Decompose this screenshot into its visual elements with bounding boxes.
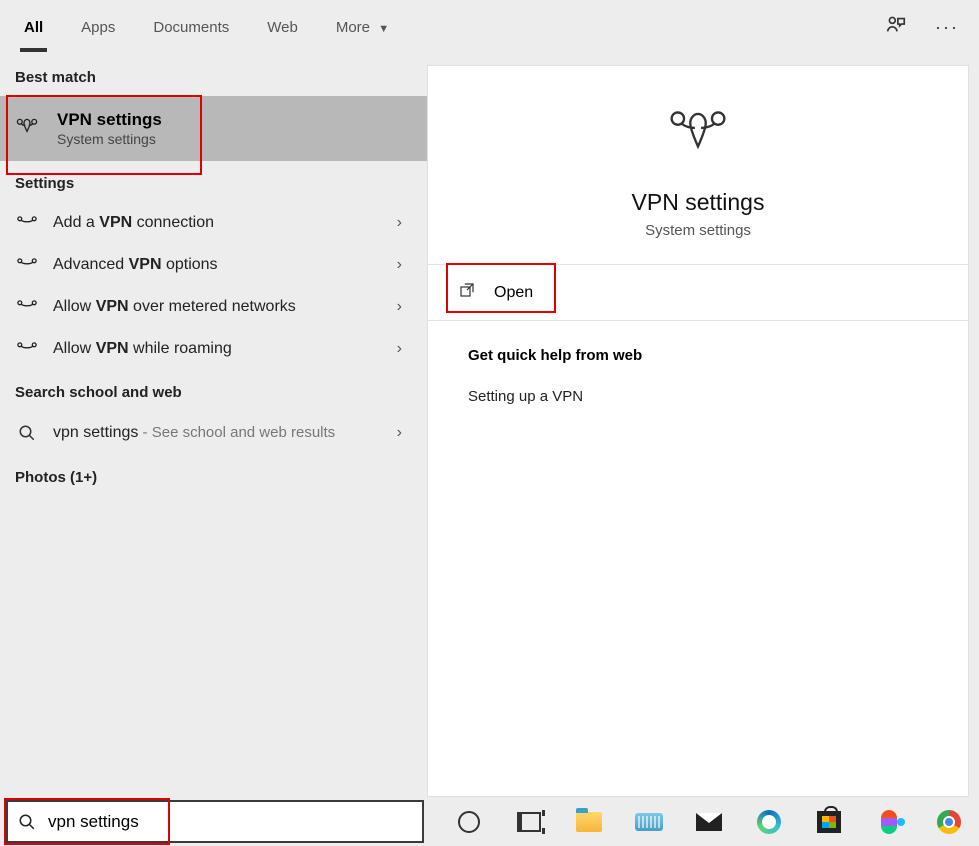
settings-item-vpn-roaming[interactable]: Allow VPN while roaming › [0,328,427,370]
chevron-right-icon: › [397,298,412,316]
more-options-icon[interactable]: ··· [935,17,959,38]
chevron-right-icon: › [397,340,412,358]
search-input[interactable] [48,812,412,832]
web-result-label: vpn settings - See school and web result… [53,422,397,444]
open-button[interactable]: Open [428,265,968,320]
task-view-icon[interactable] [514,807,544,837]
section-settings: Settings [0,161,427,202]
taskbar-search[interactable] [6,800,424,843]
settings-item-label: Allow VPN while roaming [53,340,397,358]
settings-item-label: Allow VPN over metered networks [53,298,397,316]
web-result-item[interactable]: vpn settings - See school and web result… [0,411,427,455]
tab-documents[interactable]: Documents [149,13,233,42]
chevron-right-icon: › [397,214,412,232]
taskbar [0,797,979,846]
tab-more[interactable]: More ▼ [332,13,393,42]
vpn-icon [15,117,43,141]
search-filter-tabs: All Apps Documents Web More ▼ ··· [0,0,979,55]
feedback-icon[interactable] [885,14,907,41]
results-panel: Best match VPN settings System settings … [0,55,427,797]
keyboard-app-icon[interactable] [634,807,664,837]
vpn-icon [15,213,39,233]
vpn-icon [15,339,39,359]
cortana-icon[interactable] [454,807,484,837]
microsoft-store-icon[interactable] [814,807,844,837]
settings-item-advanced-vpn[interactable]: Advanced VPN options › [0,244,427,286]
tab-more-label: More [336,19,370,36]
best-match-subtitle: System settings [57,131,162,147]
chevron-down-icon: ▼ [378,23,389,35]
settings-item-label: Advanced VPN options [53,256,397,274]
tab-web[interactable]: Web [263,13,302,42]
section-photos: Photos (1+) [0,455,427,496]
chevron-right-icon: › [397,424,412,442]
mail-icon[interactable] [694,807,724,837]
best-match-title: VPN settings [57,110,162,130]
chevron-right-icon: › [397,256,412,274]
preview-subtitle: System settings [645,222,751,239]
tab-apps[interactable]: Apps [77,13,119,42]
section-best-match: Best match [0,55,427,96]
edge-icon[interactable] [754,807,784,837]
figma-icon[interactable] [874,807,904,837]
search-icon [18,813,36,831]
file-explorer-icon[interactable] [574,807,604,837]
section-search-web: Search school and web [0,370,427,411]
search-icon [15,423,39,443]
settings-item-label: Add a VPN connection [53,214,397,232]
chrome-icon[interactable] [934,807,964,837]
vpn-icon [15,255,39,275]
vpn-icon [15,297,39,317]
preview-panel: VPN settings System settings Open Get qu… [427,65,969,797]
open-icon [458,281,476,304]
best-match-result[interactable]: VPN settings System settings [0,96,427,161]
vpn-icon-large [667,106,729,161]
settings-item-vpn-metered[interactable]: Allow VPN over metered networks › [0,286,427,328]
tab-all[interactable]: All [20,13,47,42]
help-link-setup-vpn[interactable]: Setting up a VPN [468,382,928,411]
help-header: Get quick help from web [468,347,928,364]
preview-title: VPN settings [632,189,765,216]
open-label: Open [494,284,533,302]
settings-item-add-vpn[interactable]: Add a VPN connection › [0,202,427,244]
